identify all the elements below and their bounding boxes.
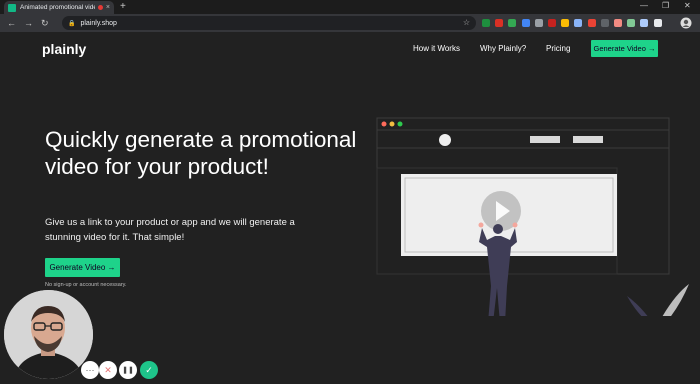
- browser-tab-bar: Animated promotional video × + — ❐ ✕: [0, 0, 700, 14]
- url-text: plainly.shop: [80, 19, 117, 27]
- generate-video-header-button[interactable]: Generate Video →: [591, 40, 658, 57]
- mock-min-dot: [389, 121, 395, 127]
- nav-why-plainly[interactable]: Why Plainly?: [480, 44, 526, 53]
- bookmark-star-icon[interactable]: ☆: [463, 18, 470, 27]
- nav-how-it-works[interactable]: How it Works: [413, 44, 460, 53]
- extension-icon[interactable]: [574, 19, 583, 27]
- extension-icon[interactable]: [614, 19, 622, 27]
- finish-recording-button[interactable]: ✓: [140, 361, 158, 379]
- window-close-button[interactable]: ✕: [684, 1, 691, 10]
- minimize-button[interactable]: —: [640, 1, 648, 10]
- browser-toolbar: ← → ↻ 🔒 plainly.shop ☆: [0, 14, 700, 32]
- hero-illustration: [376, 117, 689, 316]
- extension-icon[interactable]: [600, 19, 609, 27]
- webcam-overlay[interactable]: [4, 290, 93, 379]
- extension-icon[interactable]: [534, 19, 543, 27]
- no-signup-note: No sign-up or account necessary.: [45, 282, 127, 288]
- hero-headline: Quickly generate a promotional video for…: [45, 127, 357, 179]
- extension-icon[interactable]: [561, 19, 570, 27]
- new-tab-button[interactable]: +: [120, 1, 126, 13]
- tab-title: Animated promotional video: [20, 4, 95, 11]
- generate-video-button[interactable]: Generate Video →: [45, 258, 120, 277]
- extension-icon[interactable]: [587, 19, 596, 27]
- mock-close-dot: [381, 121, 387, 127]
- cancel-recording-button[interactable]: ✕: [99, 361, 117, 379]
- extension-icon[interactable]: [653, 19, 662, 27]
- hero-subtext: Give us a link to your product or app an…: [45, 217, 295, 243]
- mock-nav-item: [530, 136, 560, 143]
- person-figure: [478, 222, 518, 316]
- reload-button[interactable]: ↻: [41, 17, 49, 29]
- pause-icon: ❚❚: [122, 367, 134, 374]
- mock-nav-item: [573, 136, 603, 143]
- forward-button[interactable]: →: [24, 17, 33, 29]
- more-icon: ···: [85, 365, 95, 375]
- tab-close-button[interactable]: ×: [106, 4, 110, 11]
- favicon-icon: [8, 3, 16, 12]
- extension-icon[interactable]: [548, 19, 556, 27]
- mock-max-dot: [397, 121, 403, 127]
- extension-icon[interactable]: [627, 19, 636, 27]
- address-bar[interactable]: 🔒 plainly.shop ☆: [62, 16, 476, 30]
- extension-icon[interactable]: [482, 19, 490, 27]
- maximize-button[interactable]: ❐: [662, 1, 669, 10]
- extension-icon[interactable]: [640, 19, 649, 27]
- plant-leaves: [627, 284, 689, 316]
- cancel-icon: ✕: [104, 364, 112, 375]
- back-button[interactable]: ←: [7, 17, 16, 29]
- lock-icon: 🔒: [68, 20, 76, 27]
- mock-logo-circle: [439, 134, 451, 146]
- more-options-button[interactable]: ···: [81, 361, 99, 379]
- extension-icon[interactable]: [508, 19, 517, 27]
- pause-recording-button[interactable]: ❚❚: [119, 361, 137, 379]
- extension-icon[interactable]: [521, 19, 530, 27]
- recording-indicator-icon: [97, 5, 103, 10]
- check-icon: ✓: [145, 364, 153, 375]
- page-content: plainly How it Works Why Plainly? Pricin…: [0, 32, 700, 384]
- site-logo[interactable]: plainly: [42, 41, 86, 57]
- extension-icon[interactable]: [495, 19, 504, 27]
- nav-pricing[interactable]: Pricing: [546, 44, 570, 53]
- browser-tab[interactable]: Animated promotional video ×: [4, 1, 114, 14]
- profile-avatar-icon[interactable]: [680, 17, 692, 29]
